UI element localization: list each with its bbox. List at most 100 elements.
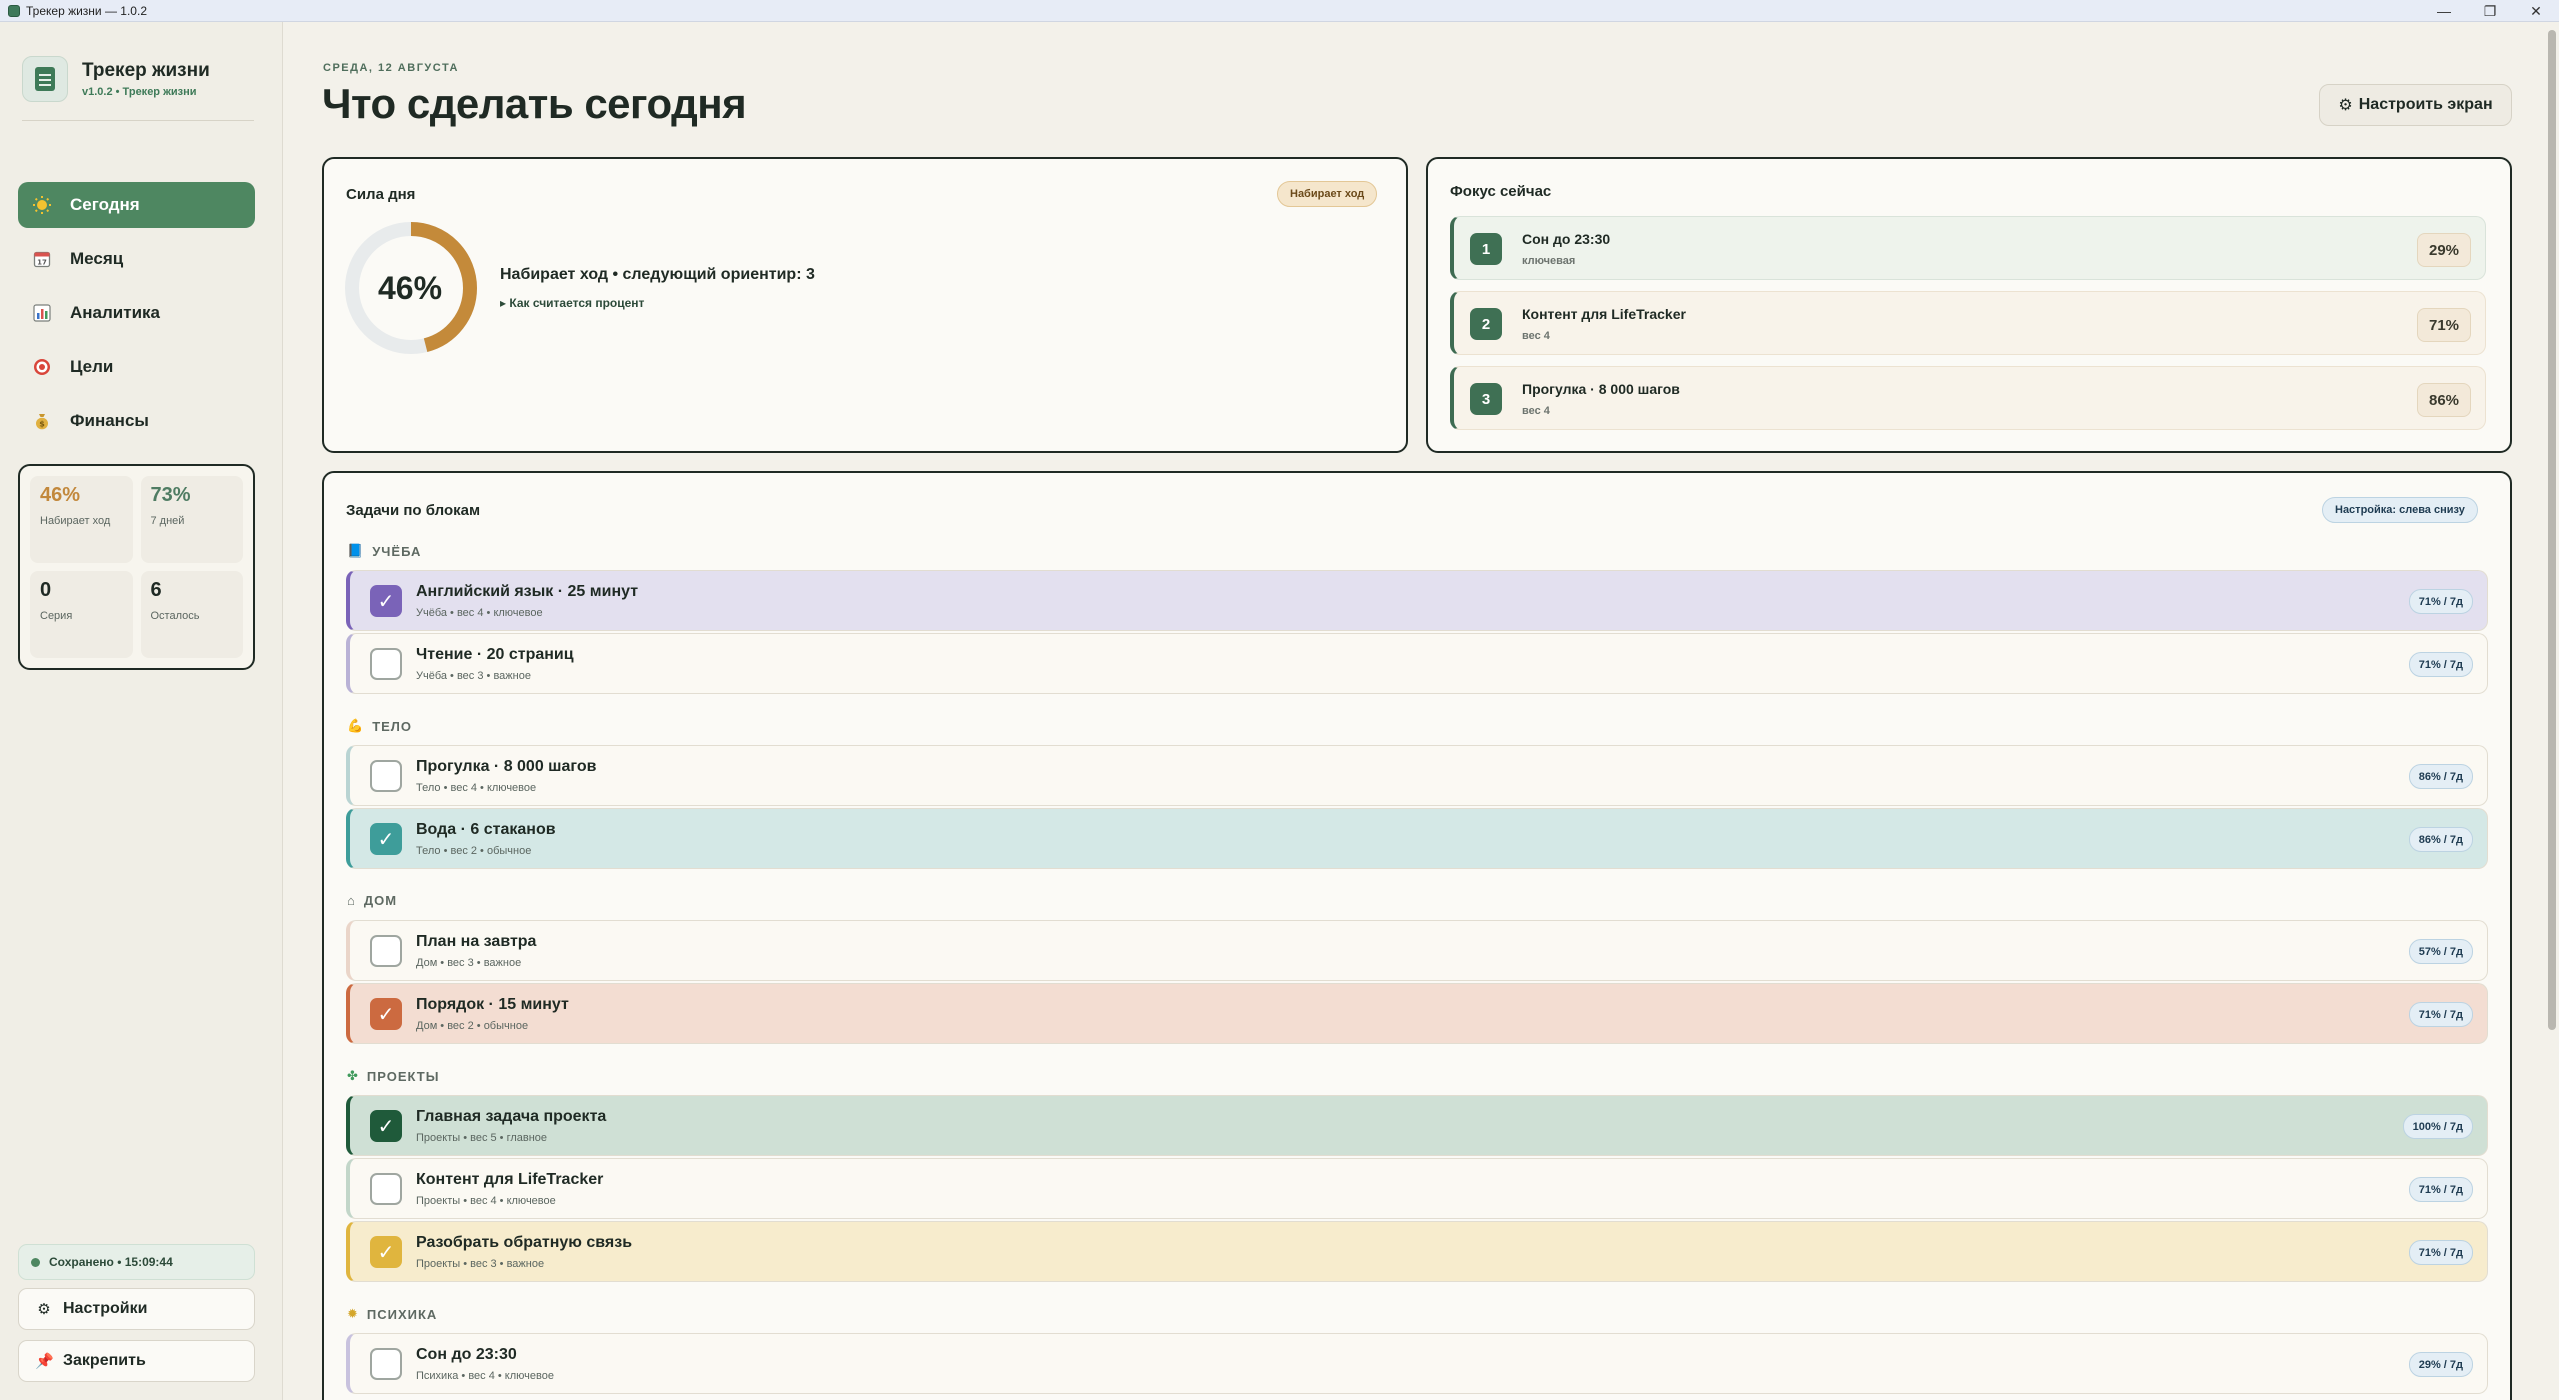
focus-item-percent: 71% [2417, 308, 2471, 342]
task-title: Сон до 23:30 [416, 1346, 517, 1363]
task-row[interactable]: ✓ Чтение · 20 страниц Учёба • вес 3 • ва… [346, 633, 2488, 694]
brand-subtitle: v1.0.2 • Трекер жизни [82, 86, 197, 98]
task-row[interactable]: ✓ Английский язык · 25 минут Учёба • вес… [346, 570, 2488, 631]
task-meta: Проекты • вес 5 • главное [416, 1132, 548, 1144]
gear-icon: ⚙ [37, 1301, 51, 1318]
task-week-badge: 57% / 7д [2408, 939, 2473, 964]
page-title: Что сделать сегодня [322, 80, 747, 127]
nav-item-analytics[interactable]: Аналитика [18, 290, 255, 336]
task-checkbox[interactable]: ✓ [370, 1110, 402, 1142]
task-checkbox[interactable]: ✓ [370, 648, 402, 680]
section-name: ТЕЛО [372, 718, 413, 734]
how-percent-label: Как считается процент [509, 296, 645, 310]
nav-label: Аналитика [70, 303, 160, 322]
task-checkbox[interactable]: ✓ [370, 1236, 402, 1268]
nav-item-goals[interactable]: Цели [18, 344, 255, 390]
check-icon: ✓ [377, 1241, 395, 1264]
focus-item-percent: 86% [2417, 383, 2471, 417]
task-meta: Психика • вес 4 • ключевое [416, 1370, 554, 1382]
task-title: Контент для LifeTracker [416, 1171, 604, 1188]
section-name: УЧЁБА [372, 543, 422, 559]
section-header-projects: ✤ ПРОЕКТЫ [347, 1068, 439, 1084]
nav-item-month[interactable]: 17 Месяц [18, 236, 255, 282]
pin-button[interactable]: 📌 Закрепить [18, 1340, 255, 1382]
task-week-badge: 71% / 7д [2408, 1002, 2473, 1027]
app-icon [8, 4, 20, 17]
power-percent: 46% [378, 270, 443, 306]
task-week-badge: 71% / 7д [2408, 652, 2473, 677]
focus-item[interactable]: 2 Контент для LifeTracker вес 4 71% [1450, 291, 2486, 355]
task-checkbox[interactable]: ✓ [370, 1173, 402, 1205]
task-row[interactable]: ✓ Вода · 6 стаканов Тело • вес 2 • обычн… [346, 808, 2488, 869]
task-checkbox[interactable]: ✓ [370, 760, 402, 792]
stat-label: Серия [40, 610, 73, 622]
close-button[interactable]: ✕ [2513, 0, 2559, 22]
section-name: ПСИХИКА [366, 1306, 438, 1322]
minimize-button[interactable]: — [2421, 0, 2467, 22]
nav-label: Месяц [70, 249, 124, 268]
configure-screen-button[interactable]: ⚙ Настроить экран [2319, 84, 2512, 126]
task-row[interactable]: ✓ Контент для LifeTracker Проекты • вес … [346, 1158, 2488, 1219]
task-row[interactable]: ✓ Главная задача проекта Проекты • вес 5… [346, 1095, 2488, 1156]
task-title: План на завтра [416, 933, 537, 950]
task-row[interactable]: ✓ План на завтра Дом • вес 3 • важное 57… [346, 920, 2488, 981]
stat-label: 7 дней [150, 515, 185, 527]
svg-text:$: $ [39, 420, 45, 429]
nav-label: Финансы [70, 411, 149, 430]
task-row[interactable]: ✓ Разобрать обратную связь Проекты • вес… [346, 1221, 2488, 1282]
check-icon: ✓ [377, 590, 395, 613]
nav-item-finance[interactable]: $ Финансы [18, 398, 255, 444]
tasks-setting-badge[interactable]: Настройка: слева снизу [2322, 497, 2478, 523]
task-week-badge: 71% / 7д [2408, 1177, 2473, 1202]
task-meta: Дом • вес 3 • важное [416, 957, 522, 969]
task-checkbox[interactable]: ✓ [370, 823, 402, 855]
task-title: Разобрать обратную связь [416, 1234, 633, 1251]
gear-icon: ⚙ [2338, 97, 2353, 114]
focus-rank: 2 [1470, 308, 1502, 340]
settings-button[interactable]: ⚙ Настройки [18, 1288, 255, 1330]
configure-screen-label: Настроить экран [2358, 96, 2493, 113]
task-checkbox[interactable]: ✓ [370, 935, 402, 967]
section-name: ДОМ [363, 893, 398, 908]
nav-label: Цели [70, 357, 114, 376]
stat-week: 73% 7 дней [140, 476, 243, 563]
focus-rank: 1 [1470, 233, 1502, 265]
task-week-badge: 86% / 7д [2408, 827, 2473, 852]
task-title: Порядок · 15 минут [416, 996, 569, 1013]
sidebar: Трекер жизни v1.0.2 • Трекер жизни Сегод… [0, 22, 283, 1400]
stat-power: 46% Набирает ход [30, 476, 133, 563]
focus-item[interactable]: 3 Прогулка · 8 000 шагов вес 4 86% [1450, 366, 2486, 430]
maximize-button[interactable]: ❐ [2467, 0, 2513, 22]
nav-label: Сегодня [70, 195, 140, 214]
check-icon: ✓ [377, 1115, 395, 1138]
task-meta: Проекты • вес 4 • ключевое [416, 1195, 556, 1207]
scrollbar[interactable] [2548, 30, 2556, 1030]
task-row[interactable]: ✓ Порядок · 15 минут Дом • вес 2 • обычн… [346, 983, 2488, 1044]
svg-text:17: 17 [37, 259, 47, 267]
money-bag-icon: $ [32, 411, 52, 431]
sun-icon [32, 195, 52, 215]
focus-item-percent: 29% [2417, 233, 2471, 267]
focus-item[interactable]: 1 Сон до 23:30 ключевая 29% [1450, 216, 2486, 280]
how-percent-toggle[interactable]: ▸ Как считается процент [500, 296, 644, 310]
task-title: Вода · 6 стаканов [416, 821, 556, 838]
nav-item-today[interactable]: Сегодня [18, 182, 255, 228]
tasks-title: Задачи по блокам [346, 502, 481, 519]
focus-item-title: Сон до 23:30 [1522, 231, 1611, 247]
task-checkbox[interactable]: ✓ [370, 585, 402, 617]
task-meta: Проекты • вес 3 • важное [416, 1258, 545, 1270]
task-row[interactable]: ✓ Прогулка · 8 000 шагов Тело • вес 4 • … [346, 745, 2488, 806]
task-week-badge: 86% / 7д [2408, 764, 2473, 789]
focus-item-sub: вес 4 [1522, 330, 1550, 342]
task-row[interactable]: ✓ Сон до 23:30 Психика • вес 4 • ключево… [346, 1333, 2488, 1394]
task-week-badge: 71% / 7д [2408, 589, 2473, 614]
power-status-badge: Набирает ход [1277, 181, 1378, 207]
task-title: Чтение · 20 страниц [416, 646, 574, 663]
stat-value: 6 [150, 579, 162, 601]
stat-value: 73% [150, 484, 191, 506]
task-checkbox[interactable]: ✓ [370, 1348, 402, 1380]
stat-value: 0 [40, 579, 52, 601]
task-title: Прогулка · 8 000 шагов [416, 758, 597, 775]
task-checkbox[interactable]: ✓ [370, 998, 402, 1030]
target-icon [32, 357, 52, 377]
